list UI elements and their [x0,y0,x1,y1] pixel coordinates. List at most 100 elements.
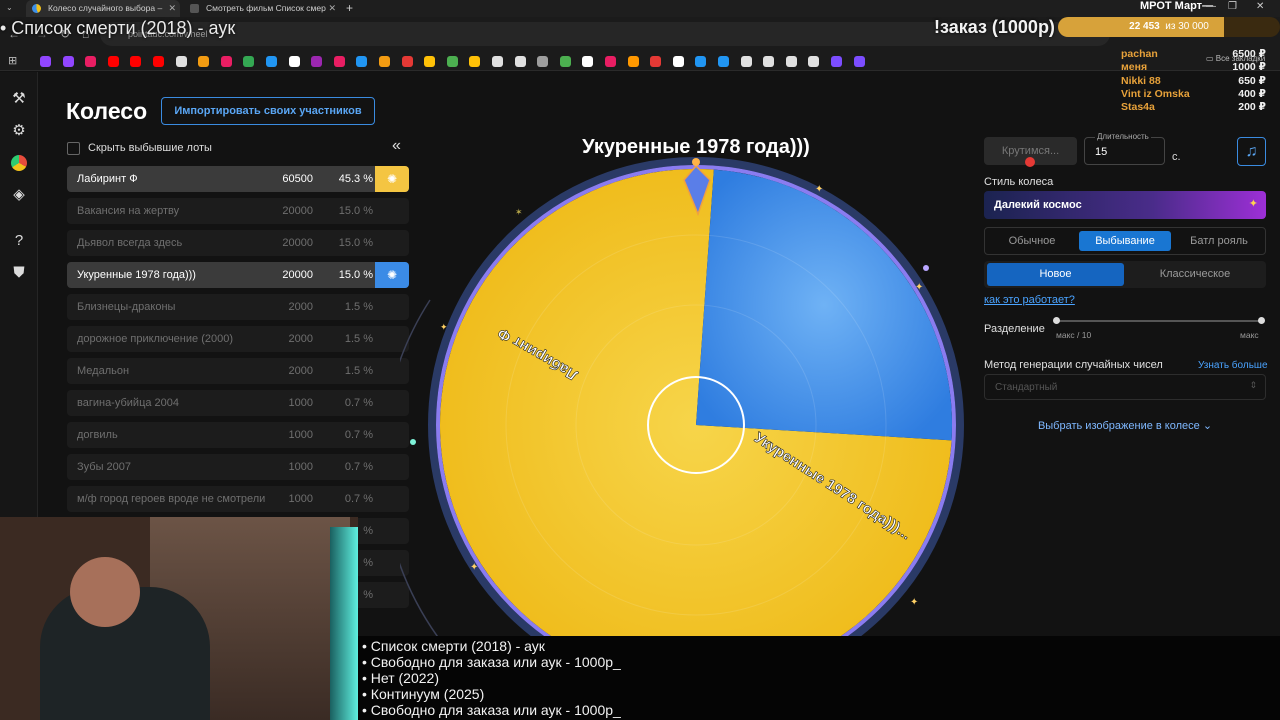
how-it-works-link[interactable]: как это работает? [984,294,1075,306]
duration-value: 15 [1095,146,1108,158]
help-icon[interactable]: ? [10,232,28,250]
music-note-icon: ♫ [1245,143,1258,160]
duration-field[interactable]: Длительность 15 [1084,132,1165,165]
bookmark-icon[interactable] [175,56,187,67]
lot-name: дорожное приключение (2000) [77,333,233,345]
bookmark-icon[interactable] [130,56,142,67]
tab-wheel[interactable]: Колесо случайного выбора – ✕ [26,0,180,17]
bookmark-icon[interactable] [446,56,458,67]
lot-name: догвиль [77,429,118,441]
bookmark-icon[interactable] [672,56,684,67]
bookmark-icon[interactable] [401,56,413,67]
rng-label: Метод генерации случайных чисел [984,359,1163,371]
bookmark-icon[interactable] [107,56,119,67]
goal-text: 22 453 из 30 000 [1058,21,1280,32]
donor-amount: 1000 ₽ [1232,61,1266,74]
bookmark-icon[interactable] [62,56,74,67]
bookmark-icon[interactable] [582,56,594,67]
lot-row[interactable]: Дьявол всегда здесь 20000 15.0 % [67,230,409,256]
donor-name: Vint iz Omska [1121,87,1190,100]
chevron-down-icon: ⌄ [1202,420,1213,432]
wheel-style-select[interactable]: Далекий космос ✦ [984,191,1266,219]
shield-icon[interactable]: ⛊ [10,264,28,282]
lot-percent: 15.0 % [338,269,373,281]
mode-tab[interactable]: Обычное [988,231,1076,251]
mode-tab[interactable]: Батл рояль [1176,231,1262,251]
lot-row[interactable]: м/ф город героев вроде не смотрели 1000 0.… [67,486,409,512]
person-head [70,557,140,627]
close-window-icon[interactable]: ✕ [1256,1,1264,12]
bookmark-icon[interactable] [379,56,390,67]
browser-tab-bar: ⌄ Колесо случайного выбора – ✕ Смотреть … [0,0,1280,17]
layers-icon[interactable]: ◈ [10,186,28,204]
donor-amount: 650 ₽ [1238,74,1266,87]
settings-gear-icon[interactable]: ⚙ [10,122,28,140]
duration-unit: с. [1172,151,1181,163]
bookmark-icon[interactable] [853,56,865,67]
rng-learn-more-link[interactable]: Узнать больше [1198,360,1268,371]
bookmark-icon[interactable] [266,56,277,67]
donor-amount: 200 ₽ [1238,101,1266,114]
lot-row[interactable]: вагина-убийца 2004 1000 0.7 % [67,390,409,416]
lot-row[interactable]: Лабиринт Ф 60500 45.3 % ✺ [67,166,409,192]
wheel-icon[interactable] [10,154,28,172]
wheel-style-value: Далекий космос [994,199,1082,211]
bookmark-icon[interactable] [220,56,232,67]
bookmark-icon[interactable] [537,56,549,67]
sub-tab[interactable]: Классическое [1127,263,1263,286]
donor-name: Nikki 88 [1121,74,1161,87]
tab-movie[interactable]: Смотреть фильм Список смер ✕ [184,0,340,17]
sub-tab[interactable]: Новое [987,263,1124,286]
bookmark-icon[interactable] [695,56,707,67]
bookmark-icon[interactable] [785,56,797,67]
close-tab-icon[interactable]: ✕ [168,0,176,17]
lot-row[interactable]: догвиль 1000 0.7 % [67,422,409,448]
bookmark-icon[interactable] [40,56,51,67]
hide-lots-checkbox[interactable] [67,142,80,155]
bookmark-icon[interactable] [514,56,526,67]
bookmark-icon[interactable] [559,56,571,67]
import-participants-button[interactable]: Импортировать своих участников [161,97,375,125]
bookmark-icon[interactable] [356,56,368,67]
split-slider-handle-max[interactable] [1258,317,1265,324]
split-slider-handle-min[interactable] [1053,317,1060,324]
auction-hammer-icon[interactable]: ⚒ [10,90,28,108]
lot-row[interactable]: Медальон 2000 1.5 % [67,358,409,384]
sparkle-icon: ✦ [1248,198,1258,210]
image-picker-button[interactable]: Выбрать изображение в колесе ⌄ [984,419,1266,435]
bookmark-icon[interactable] [333,56,345,67]
mode-tab[interactable]: Выбывание [1079,231,1171,251]
bookmark-icon[interactable] [243,56,255,67]
bookmark-icon[interactable] [718,56,729,67]
bookmark-icon[interactable] [650,56,662,67]
apps-icon[interactable]: ⊞ [8,54,17,67]
bookmark-icon[interactable] [831,56,842,67]
bookmark-icon[interactable] [288,56,300,67]
bookmark-icon[interactable] [740,56,752,67]
select-arrows-icon: ⇕ [1249,380,1257,390]
restore-icon[interactable]: ❐ [1228,1,1237,12]
bookmark-icon[interactable] [198,56,210,67]
bookmark-icon[interactable] [85,56,97,67]
lot-row[interactable]: дорожное приключение (2000) 2000 1.5 % [67,326,409,352]
lot-row[interactable]: Близнецы-драконы 2000 1.5 % [67,294,409,320]
rng-select[interactable]: Стандартный ⇕ [984,374,1266,400]
bookmark-icon[interactable] [492,56,503,67]
wheel-chart[interactable]: Лабиринт Ф Укуренные 1978 года)))... ✶ ✦… [400,150,980,680]
tab-menu-icon[interactable]: ⌄ [6,3,18,14]
lot-row[interactable]: Укуренные 1978 года))) 20000 15.0 % ✺ [67,262,409,288]
bookmark-icon[interactable] [808,56,820,67]
close-tab-icon[interactable]: ✕ [328,0,336,17]
split-slider[interactable] [1056,320,1262,322]
bookmark-icon[interactable] [605,56,616,67]
bookmark-icon[interactable] [153,56,164,67]
bookmark-icon[interactable] [311,56,323,67]
bookmark-icon[interactable] [469,56,481,67]
lot-row[interactable]: Вакансия на жертву 20000 15.0 % [67,198,409,224]
new-tab-icon[interactable]: + [346,1,353,15]
lot-row[interactable]: Зубы 2007 1000 0.7 % [67,454,409,480]
bookmark-icon[interactable] [627,56,639,67]
bookmark-icon[interactable] [763,56,775,67]
bookmark-icon[interactable] [424,56,436,67]
music-button[interactable]: ♫ [1237,137,1266,166]
